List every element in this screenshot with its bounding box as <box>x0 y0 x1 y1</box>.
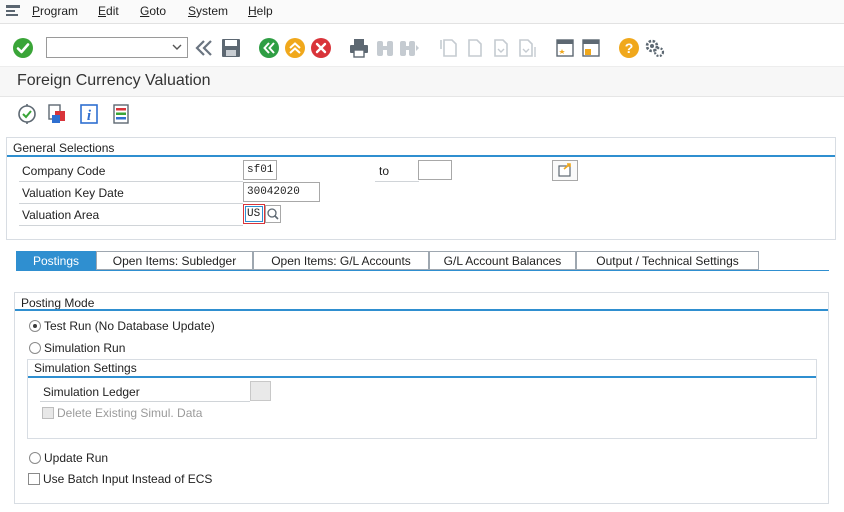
menu-program-accel: P <box>32 4 41 18</box>
menu-edit-accel: E <box>98 4 107 18</box>
find-next-icon[interactable] <box>398 37 420 59</box>
tab-postings[interactable]: Postings <box>16 251 96 270</box>
search-help-icon[interactable] <box>265 205 281 223</box>
menu-program-label: rogram <box>40 4 79 18</box>
posting-mode-group: Posting Mode Test Run (No Database Updat… <box>14 292 829 504</box>
menu-help-label: elp <box>256 4 273 18</box>
delete-existing-checkbox[interactable] <box>42 407 54 419</box>
menu-bar: Program Edit Goto System Help <box>0 0 844 24</box>
tab-gl-account-balances[interactable]: G/L Account Balances <box>429 251 576 270</box>
menu-help[interactable]: Help <box>248 4 273 18</box>
valuation-area-field[interactable]: US <box>243 204 265 224</box>
page-title: Foreign Currency Valuation <box>17 72 211 89</box>
simulation-ledger-field[interactable] <box>250 381 271 401</box>
help-icon[interactable]: ? <box>618 37 640 59</box>
cancel-icon[interactable] <box>310 37 332 59</box>
simulation-ledger-label: Simulation Ledger <box>43 385 140 399</box>
first-page-icon[interactable] <box>438 37 460 59</box>
posting-mode-title: Posting Mode <box>21 296 95 310</box>
create-session-icon[interactable] <box>554 37 576 59</box>
save-icon[interactable] <box>220 37 242 59</box>
group-divider <box>7 155 835 157</box>
application-toolbar: i <box>0 98 844 132</box>
selection-options-icon[interactable] <box>110 103 132 125</box>
simulation-settings-group: Simulation Settings Simulation Ledger De… <box>27 359 817 439</box>
standard-toolbar: ? <box>0 25 844 67</box>
simulation-run-label[interactable]: Simulation Run <box>44 341 125 355</box>
label-underline <box>19 203 243 204</box>
next-page-icon[interactable] <box>490 37 512 59</box>
exit-icon[interactable] <box>284 37 306 59</box>
command-field[interactable] <box>46 37 188 58</box>
menu-program[interactable]: Program <box>32 4 78 18</box>
menu-system[interactable]: System <box>188 4 228 18</box>
test-run-label[interactable]: Test Run (No Database Update) <box>44 319 215 333</box>
to-label: to <box>379 164 390 178</box>
general-selections-title: General Selections <box>13 141 115 155</box>
back-chevrons-icon[interactable] <box>194 37 216 59</box>
menu-help-accel: H <box>248 4 257 18</box>
tab-open-items-gl-accounts[interactable]: Open Items: G/L Accounts <box>253 251 429 270</box>
menu-system-accel: S <box>188 4 197 18</box>
title-bar: Foreign Currency Valuation <box>0 67 844 97</box>
menu-edit-label: dit <box>106 4 119 18</box>
group-divider <box>28 376 816 378</box>
test-run-radio[interactable] <box>29 320 41 332</box>
multiple-selection-icon[interactable] <box>552 160 578 181</box>
update-run-radio[interactable] <box>29 452 41 464</box>
enter-icon[interactable] <box>12 37 34 59</box>
general-selections-group: General Selections Company Code sf01 to … <box>6 137 836 240</box>
company-code-to-field[interactable] <box>418 160 452 180</box>
program-info-icon[interactable]: i <box>78 103 100 125</box>
shortcut-icon[interactable] <box>580 37 602 59</box>
label-underline <box>40 401 250 402</box>
label-underline <box>19 181 243 182</box>
simulation-settings-title: Simulation Settings <box>34 361 137 375</box>
company-code-field[interactable]: sf01 <box>243 160 277 180</box>
batch-input-label[interactable]: Use Batch Input Instead of ECS <box>43 472 212 486</box>
menu-system-label: ystem <box>196 4 229 18</box>
label-underline <box>19 225 243 226</box>
delete-existing-label: Delete Existing Simul. Data <box>57 406 203 420</box>
print-icon[interactable] <box>348 37 370 59</box>
menu-goto-accel: G <box>140 4 150 18</box>
label-underline <box>375 181 419 182</box>
execute-icon[interactable] <box>16 103 38 125</box>
valuation-area-label: Valuation Area <box>22 208 100 222</box>
update-run-label[interactable]: Update Run <box>44 451 108 465</box>
group-divider <box>15 309 828 311</box>
company-code-label: Company Code <box>22 164 106 178</box>
tab-output-technical-settings[interactable]: Output / Technical Settings <box>576 251 759 270</box>
get-variant-icon[interactable] <box>46 103 68 125</box>
valuation-key-date-field[interactable]: 30042020 <box>243 182 320 202</box>
back-icon[interactable] <box>258 37 280 59</box>
simulation-run-radio[interactable] <box>29 342 41 354</box>
tab-underline <box>16 270 829 271</box>
menu-goto-label: oto <box>149 4 167 18</box>
menu-edit[interactable]: Edit <box>98 4 119 18</box>
chevron-down-icon[interactable] <box>167 38 187 57</box>
valuation-key-date-label: Valuation Key Date <box>22 186 124 200</box>
customize-layout-icon[interactable] <box>644 37 666 59</box>
previous-page-icon[interactable] <box>464 37 486 59</box>
tab-open-items-subledger[interactable]: Open Items: Subledger <box>96 251 253 270</box>
batch-input-checkbox[interactable] <box>28 473 40 485</box>
menu-goto[interactable]: Goto <box>140 4 166 18</box>
command-input[interactable] <box>47 38 165 57</box>
app-menu-icon[interactable] <box>6 5 20 17</box>
last-page-icon[interactable] <box>516 37 538 59</box>
find-icon[interactable] <box>374 37 396 59</box>
svg-text:?: ? <box>625 40 634 56</box>
